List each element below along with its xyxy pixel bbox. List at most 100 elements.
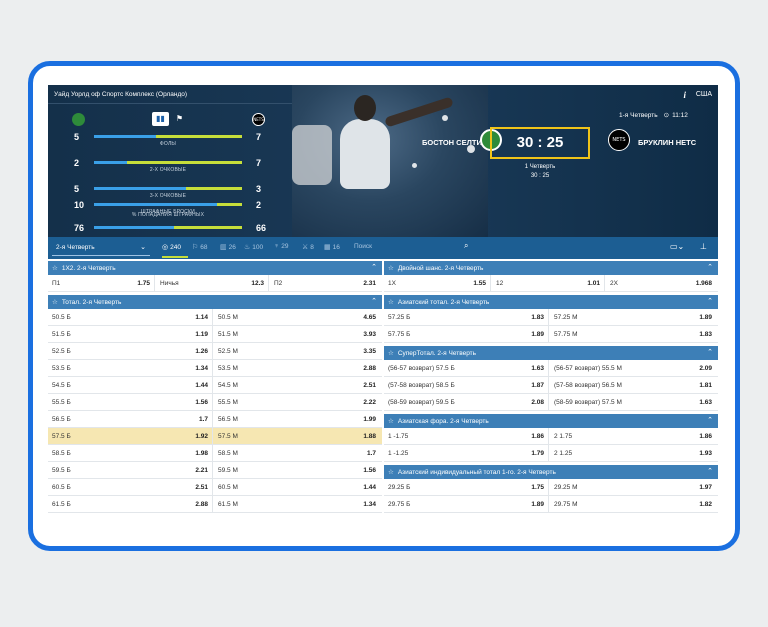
odd-button[interactable]: 2.88 bbox=[328, 360, 376, 377]
stat-away-value: 66 bbox=[256, 223, 267, 233]
odd-button[interactable]: 3.35 bbox=[328, 343, 376, 360]
period-select[interactable]: 2-я Четверть ⌄ bbox=[52, 240, 150, 256]
outcome-name: 56.5 М bbox=[218, 416, 238, 423]
odd-button[interactable]: 1.44 bbox=[168, 377, 208, 394]
odd-button[interactable]: 1.26 bbox=[168, 343, 208, 360]
outcome-name: (58-59 возврат) 59.5 Б bbox=[388, 399, 455, 406]
odd-button[interactable]: 1.92 bbox=[168, 428, 208, 445]
odd-button[interactable]: 1.81 bbox=[664, 377, 712, 394]
odd-button[interactable]: 1.63 bbox=[504, 360, 544, 377]
score-value: 30 : 25 bbox=[516, 134, 564, 151]
filter-hot[interactable]: ♨ 100 bbox=[244, 243, 263, 251]
outcome-name: (57-58 возврат) 56.5 М bbox=[554, 382, 622, 389]
odd-button[interactable]: 1.968 bbox=[664, 275, 712, 292]
chevron-up-icon: ⌃ bbox=[707, 264, 713, 271]
outcome-name: (56-57 возврат) 57.5 Б bbox=[388, 365, 455, 372]
odd-button[interactable]: 1.83 bbox=[664, 326, 712, 343]
outcome-name: 55.5 М bbox=[218, 399, 238, 406]
market-header-asian-total[interactable]: ☆ Азиатский тотал. 2-я Четверть ⌃ bbox=[384, 295, 718, 309]
odd-button[interactable]: 1.56 bbox=[328, 462, 376, 479]
outcome-name: 58.5 Б bbox=[52, 450, 71, 457]
collapse-icon[interactable]: ⊥ bbox=[700, 242, 707, 251]
odd-button[interactable]: 1.98 bbox=[168, 445, 208, 462]
markets-right-column: ☆ Двойной шанс. 2-я Четверть ⌃ 1X 1.55 12 … bbox=[384, 261, 718, 513]
bar-chart-icon[interactable]: ▮▮ bbox=[152, 112, 169, 126]
odd-button[interactable]: 1.19 bbox=[168, 326, 208, 343]
outcome-name: (57-58 возврат) 58.5 Б bbox=[388, 382, 455, 389]
filter-stats[interactable]: ▥ 26 bbox=[220, 243, 236, 251]
odd-button[interactable]: 1.75 bbox=[108, 275, 150, 292]
search-icon[interactable]: ⌕ bbox=[464, 241, 468, 251]
outcome-name: 29.75 Б bbox=[388, 501, 411, 508]
odd-button[interactable]: 1.86 bbox=[504, 428, 544, 445]
player-photo bbox=[292, 85, 488, 237]
odd-button[interactable]: 2.22 bbox=[328, 394, 376, 411]
filter-court[interactable]: ⚐ 68 bbox=[192, 243, 208, 251]
market-row: 60.5 Б 2.51 60.5 М 1.44 bbox=[48, 479, 382, 496]
odd-button[interactable]: 1.88 bbox=[328, 428, 376, 445]
odd-button[interactable]: 1.89 bbox=[664, 309, 712, 326]
outcome-name: 2 1.25 bbox=[554, 450, 573, 457]
odd-button[interactable]: 1.34 bbox=[328, 496, 376, 513]
odd-button[interactable]: 1.01 bbox=[556, 275, 600, 292]
market-header-super-total[interactable]: ☆ СуперТотал. 2-я Четверть ⌃ bbox=[384, 346, 718, 360]
outcome-name: 52.5 Б bbox=[52, 348, 71, 355]
odd-button[interactable]: 1.97 bbox=[664, 479, 712, 496]
odd-button[interactable]: 2.88 bbox=[168, 496, 208, 513]
odd-button[interactable]: 1.99 bbox=[328, 411, 376, 428]
market-header-1x2[interactable]: ☆ 1X2. 2-я Четверть ⌃ bbox=[48, 261, 382, 275]
stat-bar bbox=[94, 135, 242, 138]
outcome-name: 2 1.75 bbox=[554, 433, 573, 440]
odd-button[interactable]: 1.75 bbox=[504, 479, 544, 496]
odd-button[interactable]: 12.3 bbox=[220, 275, 264, 292]
chevron-up-icon: ⌃ bbox=[371, 298, 377, 305]
odd-button[interactable]: 2.51 bbox=[168, 479, 208, 496]
odd-button[interactable]: 4.65 bbox=[328, 309, 376, 326]
odd-button[interactable]: 2.51 bbox=[328, 377, 376, 394]
layout-toggle-icon[interactable]: ▭⌄ bbox=[670, 242, 684, 251]
odd-button[interactable]: 2.31 bbox=[328, 275, 376, 292]
odd-button[interactable]: 1.83 bbox=[504, 309, 544, 326]
odd-button[interactable]: 1.55 bbox=[444, 275, 486, 292]
search-input[interactable]: Поиск bbox=[354, 243, 372, 250]
market-header-asian-handicap[interactable]: ☆ Азиатская фора. 2-я Четверть ⌃ bbox=[384, 414, 718, 428]
odd-button[interactable]: 3.93 bbox=[328, 326, 376, 343]
market-header-double-chance[interactable]: ☆ Двойной шанс. 2-я Четверть ⌃ bbox=[384, 261, 718, 275]
odd-button[interactable]: 1.86 bbox=[664, 428, 712, 445]
odd-button[interactable]: 1.44 bbox=[328, 479, 376, 496]
court-view-icon[interactable]: ⚑ bbox=[171, 112, 188, 126]
odd-button[interactable]: 1.82 bbox=[664, 496, 712, 513]
market-row: (57-58 возврат) 58.5 Б 1.87 (57-58 возврат… bbox=[384, 377, 718, 394]
odd-button[interactable]: 1.93 bbox=[664, 445, 712, 462]
odd-button[interactable]: 1.14 bbox=[168, 309, 208, 326]
outcome-name: 29.25 Б bbox=[388, 484, 411, 491]
filter-duel[interactable]: ⚔ 8 bbox=[302, 243, 314, 251]
market-header-asian-individual-total[interactable]: ☆ Азиатский индивидуальный тотал 1-го. 2-… bbox=[384, 465, 718, 479]
stat-bar-fill bbox=[94, 203, 217, 206]
fire-icon: ♨ bbox=[244, 244, 251, 251]
odd-button[interactable]: 1.56 bbox=[168, 394, 208, 411]
odd-button[interactable]: 2.08 bbox=[504, 394, 544, 411]
odd-button[interactable]: 1.89 bbox=[504, 496, 544, 513]
odd-button[interactable]: 1.63 bbox=[664, 394, 712, 411]
filter-board[interactable]: ▦ 16 bbox=[324, 243, 340, 251]
odd-button[interactable]: 1.34 bbox=[168, 360, 208, 377]
filter-special[interactable]: ♆ 29 bbox=[274, 243, 288, 250]
filter-all[interactable]: ◎ 240 bbox=[162, 243, 181, 251]
odd-button[interactable]: 1.7 bbox=[328, 445, 376, 462]
nets-logo-icon: NETS bbox=[252, 113, 265, 126]
odd-button[interactable]: 1.7 bbox=[168, 411, 208, 428]
odd-button[interactable]: 1.79 bbox=[504, 445, 544, 462]
player-figure bbox=[340, 119, 390, 189]
stat-away-value: 7 bbox=[256, 158, 262, 168]
odd-button[interactable]: 1.87 bbox=[504, 377, 544, 394]
market-row: 54.5 Б 1.44 54.5 М 2.51 bbox=[48, 377, 382, 394]
markets-left-column: ☆ 1X2. 2-я Четверть ⌃ П1 1.75 Ничья 12.3 П… bbox=[48, 261, 382, 513]
match-header: Уайд Уорлд оф Спортс Комплекс (Орландо) … bbox=[48, 85, 718, 237]
market-row: (58-59 возврат) 59.5 Б 2.08 (58-59 возврат… bbox=[384, 394, 718, 411]
odd-button[interactable]: 1.89 bbox=[504, 326, 544, 343]
market-header-total[interactable]: ☆ Тотал. 2-я Четверть ⌃ bbox=[48, 295, 382, 309]
odd-button[interactable]: 2.21 bbox=[168, 462, 208, 479]
odd-button[interactable]: 2.09 bbox=[664, 360, 712, 377]
market-row: 29.25 Б 1.75 29.25 М 1.97 bbox=[384, 479, 718, 496]
